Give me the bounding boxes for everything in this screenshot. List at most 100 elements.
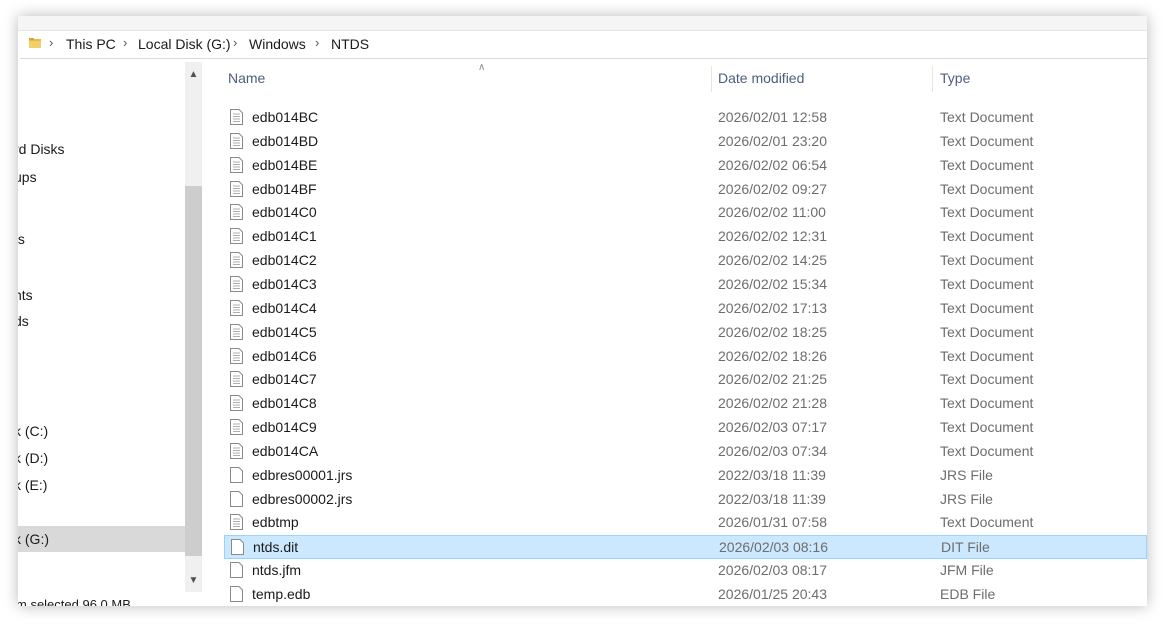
file-date-modified: 2026/02/02 09:27 <box>718 181 827 197</box>
file-row[interactable]: edb014BF 2026/02/02 09:27 Text Document <box>224 178 1147 202</box>
file-name: edbtmp <box>252 514 299 530</box>
file-date-modified: 2026/02/02 12:31 <box>718 228 827 244</box>
file-date-modified: 2026/02/02 15:34 <box>718 276 827 292</box>
file-date-modified: 2026/02/03 08:17 <box>718 562 827 578</box>
file-date-modified: 2026/02/02 11:00 <box>718 204 826 220</box>
file-type: JFM File <box>940 562 994 578</box>
file-row[interactable]: edb014C1 2026/02/02 12:31 Text Document <box>224 225 1147 249</box>
file-row[interactable]: edb014C2 2026/02/02 14:25 Text Document <box>224 249 1147 273</box>
file-type: Text Document <box>940 514 1034 530</box>
document-icon <box>230 109 243 125</box>
file-row[interactable]: edb014C7 2026/02/02 21:25 Text Document <box>224 368 1147 392</box>
file-row[interactable]: edbtmp 2026/01/31 07:58 Text Document <box>224 511 1147 535</box>
file-date-modified: 2026/01/25 20:43 <box>718 586 827 602</box>
nav-item-label: nts <box>18 287 33 303</box>
file-name: edb014C4 <box>252 300 317 316</box>
file-row[interactable]: edbres00001.jrs 2022/03/18 11:39 JRS File <box>224 464 1147 488</box>
file-type: Text Document <box>940 204 1034 220</box>
document-icon <box>230 467 243 483</box>
file-type: JRS File <box>940 491 993 507</box>
file-name: edb014C2 <box>252 252 317 268</box>
file-row[interactable]: edb014C6 2026/02/02 18:26 Text Document <box>224 345 1147 369</box>
document-icon <box>230 252 243 268</box>
document-icon <box>230 228 243 244</box>
file-row[interactable]: edbres00002.jrs 2022/03/18 11:39 JRS File <box>224 488 1147 512</box>
nav-item-drive-e[interactable]: k (E:) <box>18 472 185 498</box>
document-icon <box>230 157 243 173</box>
nav-item[interactable]: nts <box>18 282 185 308</box>
nav-item-drive-g[interactable]: k (G:) <box>18 526 185 552</box>
nav-item-drive-c[interactable]: k (C:) <box>18 418 185 444</box>
nav-item-label: ups <box>18 169 37 185</box>
nav-item[interactable]: rd Disks <box>18 136 185 162</box>
nav-item[interactable]: ds <box>18 308 185 334</box>
file-row[interactable]: temp.edb 2026/01/25 20:43 EDB File <box>224 583 1147 606</box>
breadcrumb-separator-icon[interactable]: › <box>233 35 237 50</box>
file-type: Text Document <box>940 395 1034 411</box>
column-header-type[interactable]: Type <box>940 70 970 94</box>
column-divider[interactable] <box>932 66 933 92</box>
ribbon-strip <box>18 16 1147 31</box>
column-header-name[interactable]: Name <box>228 70 265 94</box>
file-type: Text Document <box>940 276 1034 292</box>
document-icon <box>230 181 243 197</box>
sort-ascending-icon: ∧ <box>478 62 486 73</box>
nav-item-label: k (G:) <box>18 531 49 547</box>
scroll-down-icon[interactable]: ▼ <box>185 572 202 589</box>
nav-scrollbar[interactable]: ▲ ▼ <box>185 62 202 592</box>
breadcrumb-separator-icon[interactable]: › <box>49 35 53 50</box>
file-type: Text Document <box>940 181 1034 197</box>
scroll-up-icon[interactable]: ▲ <box>185 66 202 83</box>
document-icon <box>230 324 243 340</box>
file-row[interactable]: edb014C3 2026/02/02 15:34 Text Document <box>224 273 1147 297</box>
file-type: Text Document <box>940 109 1034 125</box>
file-row[interactable]: edb014C4 2026/02/02 17:13 Text Document <box>224 297 1147 321</box>
file-name: edbres00001.jrs <box>252 467 353 483</box>
file-row[interactable]: edb014BC 2026/02/01 12:58 Text Document <box>224 106 1147 130</box>
file-type: DIT File <box>941 539 990 555</box>
file-date-modified: 2026/02/02 18:25 <box>718 324 827 340</box>
file-type: EDB File <box>940 586 996 602</box>
navigation-pane: rd Disks ups ts nts ds k (C:) k (D:) k (… <box>18 62 185 606</box>
nav-item-drive-d[interactable]: k (D:) <box>18 445 185 471</box>
breadcrumb-ntds[interactable]: NTDS <box>331 36 369 52</box>
file-row[interactable]: edb014BD 2026/02/01 23:20 Text Document <box>224 130 1147 154</box>
document-icon <box>230 562 243 578</box>
file-row[interactable]: edb014C5 2026/02/02 18:25 Text Document <box>224 321 1147 345</box>
file-row[interactable]: edb014BE 2026/02/02 06:54 Text Document <box>224 154 1147 178</box>
file-type: Text Document <box>940 443 1034 459</box>
document-icon <box>230 491 243 507</box>
file-type: JRS File <box>940 467 993 483</box>
file-row[interactable]: edb014C8 2026/02/02 21:28 Text Document <box>224 392 1147 416</box>
scroll-thumb[interactable] <box>185 186 202 556</box>
file-row[interactable]: ntds.jfm 2026/02/03 08:17 JFM File <box>224 559 1147 583</box>
file-date-modified: 2026/02/03 08:16 <box>719 539 828 555</box>
nav-item-label: k (E:) <box>18 477 48 493</box>
document-icon <box>230 371 243 387</box>
file-name: edb014CA <box>252 443 319 459</box>
column-divider[interactable] <box>711 66 712 92</box>
file-row[interactable]: ntds.dit 2026/02/03 08:16 DIT File <box>224 535 1147 559</box>
breadcrumb-separator-icon[interactable]: › <box>123 35 127 50</box>
file-name: edb014C7 <box>252 371 317 387</box>
breadcrumb-local-disk[interactable]: Local Disk (G:) <box>138 36 231 52</box>
file-row[interactable]: edb014C0 2026/02/02 11:00 Text Document <box>224 201 1147 225</box>
breadcrumb-this-pc[interactable]: This PC <box>66 36 116 52</box>
column-header-date-modified[interactable]: Date modified <box>718 70 804 94</box>
file-type: Text Document <box>940 300 1034 316</box>
status-bar: m selected 96.0 MB <box>18 596 318 606</box>
breadcrumb-windows[interactable]: Windows <box>249 36 306 52</box>
address-bar[interactable]: › This PC › Local Disk (G:) › Windows › … <box>20 32 1147 59</box>
nav-item-label: ds <box>18 313 29 329</box>
file-row[interactable]: edb014CA 2026/02/03 07:34 Text Document <box>224 440 1147 464</box>
file-date-modified: 2026/02/01 23:20 <box>718 133 827 149</box>
file-name: edb014C0 <box>252 204 317 220</box>
file-name: edb014BE <box>252 157 318 173</box>
breadcrumb-separator-icon[interactable]: › <box>315 35 319 50</box>
document-icon <box>230 300 243 316</box>
nav-item[interactable]: ups <box>18 164 185 190</box>
file-row[interactable]: edb014C9 2026/02/03 07:17 Text Document <box>224 416 1147 440</box>
nav-item[interactable]: ts <box>18 226 185 252</box>
file-type: Text Document <box>940 157 1034 173</box>
file-date-modified: 2026/02/02 17:13 <box>718 300 827 316</box>
